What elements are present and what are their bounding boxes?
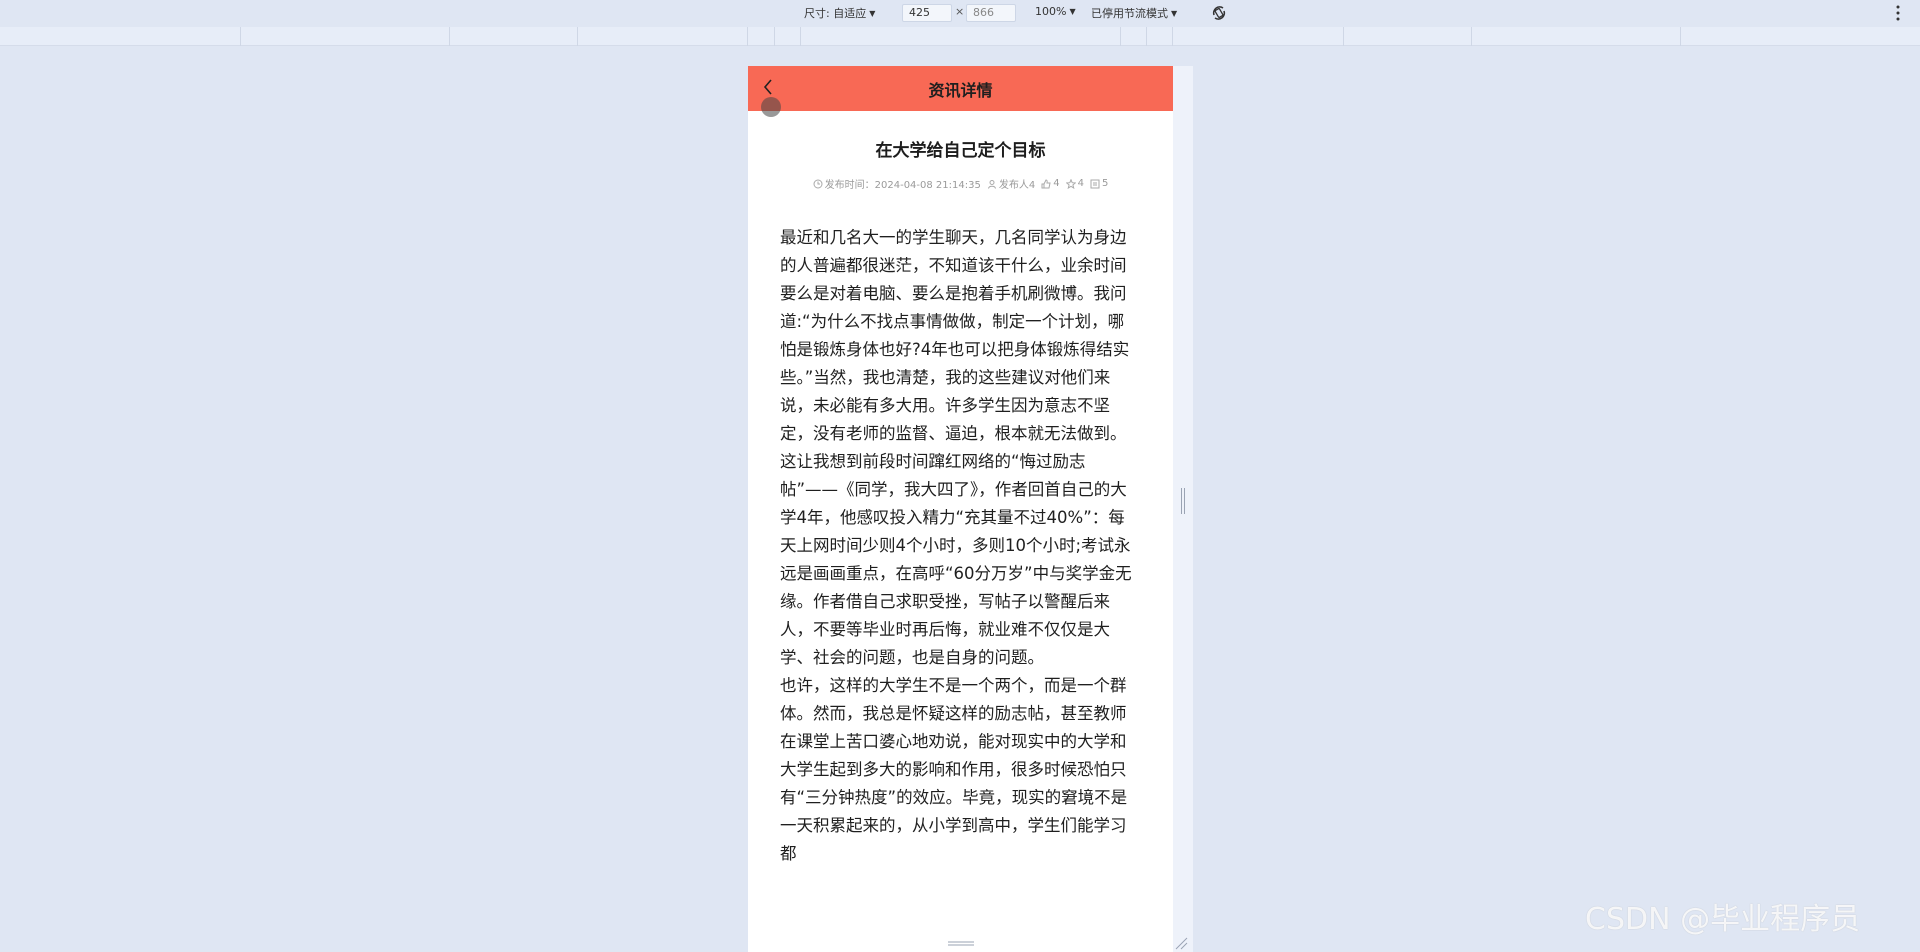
caret-down-icon: ▼ xyxy=(1171,8,1178,18)
ruler-segment xyxy=(747,27,748,46)
article-paragraph: 也许，这样的大学生不是一个两个，而是一个群体。然而，我总是怀疑这样的励志帖，甚至… xyxy=(780,676,1128,863)
zoom-label: 100% xyxy=(1035,5,1067,18)
throttle-label: 已停用节流模式 xyxy=(1091,7,1168,20)
width-input[interactable]: 425 xyxy=(902,4,952,22)
page-header: 资讯详情 xyxy=(748,66,1173,111)
caret-down-icon: ▼ xyxy=(1069,7,1076,16)
ruler-segment xyxy=(1172,27,1173,46)
touch-cursor xyxy=(761,97,781,117)
throttle-dropdown[interactable]: 已停用节流模式 ▼ xyxy=(1091,5,1177,21)
article-paragraph: 这让我想到前段时间蹿红网络的“悔过励志帖”——《同学，我大四了》，作者回首自己的… xyxy=(780,452,1132,667)
article-meta: 发布时间：2024-04-08 21:14:35 发布人4 4 4 5 xyxy=(748,176,1173,191)
article-paragraph: 最近和几名大一的学生聊天，几名同学认为身边的人普遍都很迷茫，不知道该干什么，业余… xyxy=(780,228,1130,443)
ruler-segment xyxy=(1680,27,1681,46)
height-input[interactable]: 866 xyxy=(966,4,1016,22)
ruler-segment xyxy=(800,27,801,46)
resize-handle-bottom[interactable] xyxy=(948,940,974,948)
star-icon xyxy=(1065,178,1076,189)
article-title: 在大学给自己定个目标 xyxy=(875,141,1046,161)
watermark: CSDN @毕业程序员 xyxy=(1585,902,1861,937)
ruler-segment xyxy=(1343,27,1344,46)
dimensions-label: 尺寸: 自适应 xyxy=(804,7,867,20)
ruler-segment xyxy=(449,27,450,46)
likes-count[interactable]: 4 xyxy=(1041,178,1060,189)
rotate-icon[interactable] xyxy=(1209,3,1229,23)
dimensions-dropdown[interactable]: 尺寸: 自适应 ▼ xyxy=(804,5,875,21)
view-icon xyxy=(1090,179,1100,188)
resize-handle-right[interactable] xyxy=(1180,488,1186,514)
ruler-segment xyxy=(1120,27,1121,46)
user-icon xyxy=(987,179,996,189)
header-title: 资讯详情 xyxy=(928,80,993,100)
more-vertical-icon[interactable] xyxy=(1895,4,1901,22)
clock-icon xyxy=(813,179,823,188)
device-viewport: 资讯详情 在大学给自己定个目标 发布时间：2024-04-08 21:14:35… xyxy=(748,66,1173,952)
thumb-up-icon xyxy=(1041,178,1051,188)
favorites-count[interactable]: 4 xyxy=(1065,178,1084,189)
ruler-segment xyxy=(577,27,578,46)
publish-time: 发布时间：2024-04-08 21:14:35 xyxy=(813,176,981,191)
back-arrow-icon[interactable] xyxy=(758,76,780,98)
times-sign: × xyxy=(955,5,965,18)
ruler-segment xyxy=(240,27,241,46)
media-query-bar[interactable] xyxy=(0,27,1920,46)
caret-down-icon: ▼ xyxy=(869,8,876,18)
article-content: 最近和几名大一的学生聊天，几名同学认为身边的人普遍都很迷茫，不知道该干什么，业余… xyxy=(780,224,1140,868)
ruler-segment xyxy=(1146,27,1147,46)
device-toolbar: 尺寸: 自适应 ▼ 425 × 866 100% ▼ 已停用节流模式 ▼ xyxy=(0,0,1920,26)
ruler-segment xyxy=(1471,27,1472,46)
zoom-dropdown[interactable]: 100% ▼ xyxy=(1035,5,1076,18)
views-count: 5 xyxy=(1090,178,1108,189)
ruler-segment xyxy=(774,27,775,46)
publisher: 发布人4 xyxy=(987,176,1035,191)
resize-handle-corner[interactable] xyxy=(1174,936,1188,950)
